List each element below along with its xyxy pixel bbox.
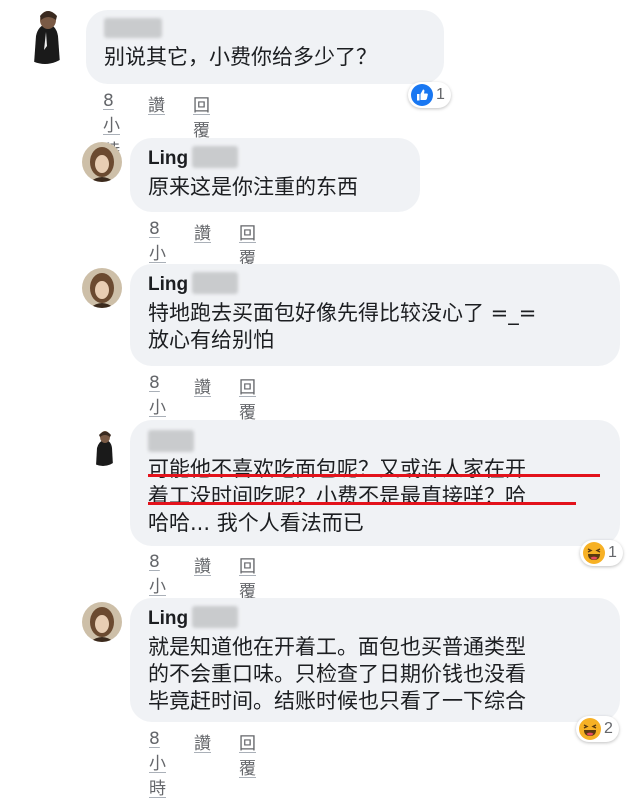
comment-text: 别说其它，小费你给多少了？ [104,45,377,69]
redacted-name [104,18,162,38]
comment-text: 原来这是你注重的东西 [148,175,358,199]
redacted-name [192,146,238,168]
comment-text-line: 毕竟赶时间。结账时候也只看了一下综合 [148,689,526,713]
avatar[interactable] [82,268,122,308]
reaction-badge[interactable]: 1 [580,540,623,566]
comment-text-line: 放心有给别怕 [148,328,274,352]
reaction-count: 1 [436,86,445,103]
comment-text-line: 哈哈... 我个人看法而已 [148,511,364,535]
avatar[interactable] [82,142,122,182]
reply-button[interactable]: 回覆 [239,729,256,799]
reaction-count: 1 [608,544,617,561]
red-underline-annotation [148,502,576,505]
timestamp-link[interactable]: 8小時 [149,729,166,799]
avatar[interactable] [82,602,122,642]
comment-bubble: Ling 特地跑去买面包好像先得比较没心了 =_= 放心有给别怕 [130,264,620,366]
comment-text-line: 的不会重口味。只检查了日期价钱也没看 [148,662,526,686]
redacted-name [192,606,238,628]
comment-bubble: 可能他不喜欢吃面包呢？又或许人家在开 着工没时间吃呢？小费不是最直接咩？哈 哈哈… [130,420,620,546]
like-icon [411,84,433,106]
haha-icon [579,718,601,740]
comment-text-line: 可能他不喜欢吃面包呢？又或许人家在开 [148,457,526,481]
comment-bubble: Ling 就是知道他在开着工。面包也买普通类型 的不会重口味。只检查了日期价钱也… [130,598,620,722]
avatar[interactable] [16,6,74,64]
commenter-name[interactable]: Ling [148,608,188,630]
commenter-name[interactable]: Ling [148,148,188,170]
commenter-name[interactable]: Ling [148,274,188,296]
comment-bubble: 别说其它，小费你给多少了？ [86,10,444,84]
redacted-name [148,430,194,452]
haha-icon [583,542,605,564]
reaction-badge[interactable]: 1 [408,82,451,108]
reaction-count: 2 [604,720,613,737]
like-button[interactable]: 讚 [194,729,211,799]
comment-actions: 8小時 讚 回覆 [149,729,256,799]
reaction-badge[interactable]: 2 [576,716,619,742]
comment-text-line: 特地跑去买面包好像先得比较没心了 =_= [148,301,537,325]
comment-bubble: Ling 原来这是你注重的东西 [130,138,420,212]
avatar[interactable] [84,428,122,466]
red-underline-annotation [148,474,600,477]
comment-text-line: 就是知道他在开着工。面包也买普通类型 [148,635,526,659]
comment-text-line: 着工没时间吃呢？小费不是最直接咩？哈 [148,484,526,508]
redacted-name [192,272,238,294]
